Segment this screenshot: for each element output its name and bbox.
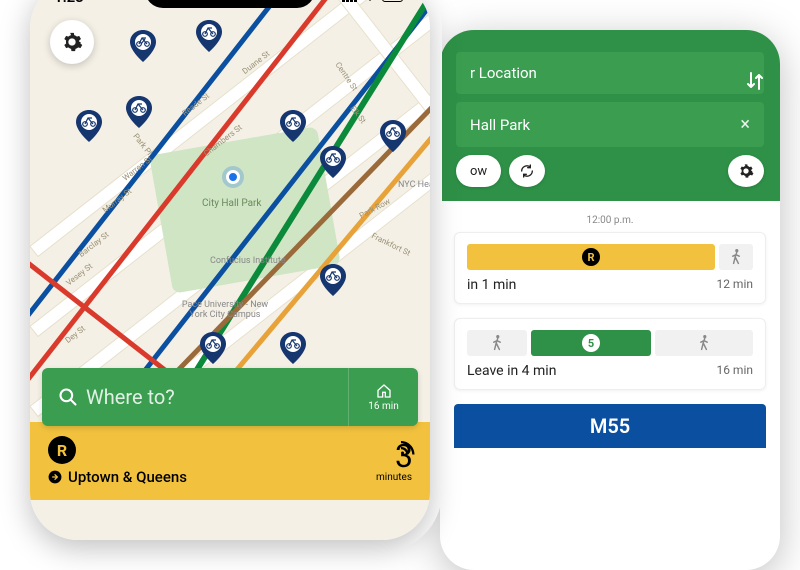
gear-icon [61,31,83,53]
options-button[interactable] [728,155,764,187]
home-duration: 16 min [368,401,398,412]
bike-pin-icon[interactable] [320,146,346,178]
route-leave-label: in 1 min [467,277,516,293]
bus-route-banner[interactable]: M55 [454,404,766,448]
route-leave-label: Leave in 4 min [467,363,556,379]
poi-label: Pace University - New York City Campus [180,300,270,320]
live-icon [398,438,416,456]
poi-label: NYC Headqu [398,180,430,190]
depart-time-chip[interactable]: ow [456,155,501,187]
timeline-label: 12:00 p.m. [454,215,766,226]
wifi-icon [362,0,378,6]
gear-icon [738,163,754,179]
swap-button[interactable] [746,70,764,96]
next-departure-card[interactable]: R Uptown & Queens 3 minutes [30,422,430,500]
poi-label: Confucius Institute [210,256,286,266]
destination-label: Uptown & Queens [68,468,187,486]
from-value: r Location [470,64,537,82]
trip-header: r Location Hall Park × ow [440,30,780,201]
bike-pin-icon[interactable] [280,332,306,364]
search-bar[interactable]: Where to? 16 min [42,368,418,426]
phone-trip-planner: r Location Hall Park × ow 12:00 p.m. R [440,30,780,570]
phone-map-view: 1:23 City Hall Park Duane St Reade St Ch… [30,0,430,540]
phone-notch [145,0,315,8]
search-icon [58,387,78,407]
from-field[interactable]: r Location [456,52,764,94]
arrow-circle-icon [48,470,62,484]
clear-to-button[interactable]: × [740,114,750,135]
bike-pin-icon[interactable] [130,30,156,62]
bike-pin-icon[interactable] [126,96,152,128]
street-label: Frankfort St [370,231,412,257]
line-badge-r: R [48,436,76,464]
battery-icon [382,0,406,6]
route-card[interactable]: 5 Leave in 4 min 16 min [454,318,766,390]
refresh-button[interactable] [509,155,545,187]
line-badge-r: R [582,248,600,266]
bike-pin-icon[interactable] [280,110,306,142]
settings-button[interactable] [50,20,94,64]
park-label: City Hall Park [202,198,262,209]
route-segment-walk [719,244,753,270]
status-time: 1:23 [54,0,84,6]
depart-chip-label: ow [470,164,487,179]
home-icon [376,383,392,399]
bike-pin-icon[interactable] [200,332,226,364]
bike-pin-icon[interactable] [380,120,406,152]
route-segment-walk [467,330,527,356]
signal-icon [342,0,358,6]
route-segment-walk [655,330,753,356]
route-duration: 12 min [716,277,753,293]
walk-icon [491,335,503,351]
current-location-dot [226,170,240,184]
route-duration: 16 min [716,363,753,379]
results-list: 12:00 p.m. R in 1 min 12 min [440,201,780,458]
home-shortcut[interactable]: 16 min [348,368,418,426]
route-segment-transit: R [467,244,715,270]
line-badge-5: 5 [582,334,600,352]
search-placeholder: Where to? [86,385,348,409]
to-value: Hall Park [470,116,530,134]
refresh-icon [519,163,535,179]
bike-pin-icon[interactable] [196,20,222,52]
to-field[interactable]: Hall Park × [456,102,764,147]
eta-unit: minutes [376,472,412,483]
bike-pin-icon[interactable] [320,264,346,296]
route-card[interactable]: R in 1 min 12 min [454,232,766,304]
bike-pin-icon[interactable] [76,110,102,142]
swap-icon [746,70,764,92]
route-segment-transit: 5 [531,330,651,356]
walk-icon [730,249,742,265]
walk-icon [698,335,710,351]
street-label: Park Pl [131,132,154,157]
